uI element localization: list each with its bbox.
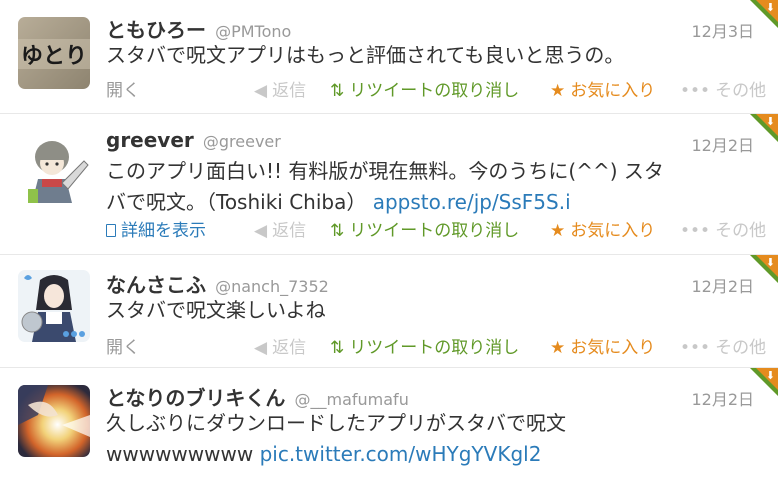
favorite-button[interactable]: ★ お気に入り: [550, 76, 655, 101]
open-button[interactable]: 開く: [106, 76, 140, 101]
corner-arrow-icon: ⬇: [765, 1, 775, 14]
open-button[interactable]: 開く: [106, 333, 140, 358]
tweet-text: スタバで呪文楽しいよね: [106, 298, 326, 322]
favorite-label: お気に入り: [570, 221, 656, 241]
tweet-header: なんさこふ @nanch_7352: [106, 269, 329, 297]
tweet-text: スタバで呪文アプリはもっと評価されても良いと思うの。: [106, 43, 625, 67]
user-handle[interactable]: @PMTono: [215, 22, 291, 41]
user-handle[interactable]: @nanch_7352: [215, 277, 329, 296]
corner-arrow-icon: ⬇: [765, 369, 775, 382]
retweet-undo-button[interactable]: ⇅ リツイートの取り消し: [330, 333, 519, 358]
retweet-undo-button[interactable]: ⇅ リツイートの取り消し: [330, 76, 519, 101]
tweet-text-segment: バで呪文。（Toshiki Chiba）: [106, 190, 367, 214]
tweet-link[interactable]: pic.twitter.com/wHYgYVKgl2: [260, 442, 542, 466]
tweet-actions: 開く ◀ 返信 ⇅ リツイートの取り消し ★ お気に入り ••• その他: [106, 76, 778, 101]
avatar[interactable]: [18, 385, 90, 457]
tweet-text-line: このアプリ面白い!! 有料版が現在無料。今のうちに(^^) スタ: [106, 159, 664, 183]
favorite-button[interactable]: ★ お気に入り: [550, 333, 655, 358]
user-name[interactable]: なんさこふ: [106, 273, 206, 297]
tweet-item[interactable]: greever @greever 12月2日 このアプリ面白い!! 有料版が現在…: [0, 114, 778, 255]
tweet-timestamp[interactable]: 12月2日: [691, 386, 754, 410]
tweet-item[interactable]: となりのブリキくん @__mafumafu 12月2日 久しぶりにダウンロードし…: [0, 368, 778, 479]
tweet-header: greever @greever: [106, 128, 281, 154]
ellipsis-icon: •••: [680, 338, 711, 358]
tweet-timeline: ゆとり ともひろー @PMTono 12月3日 スタバで呪文アプリはもっと評価さ…: [0, 0, 778, 479]
tweet-actions: 詳細を表示 ◀ 返信 ⇅ リツイートの取り消し ★ お気に入り ••• その他: [106, 216, 778, 241]
tweet-text-segment: wwwwwwwww: [106, 442, 254, 466]
reply-label: 返信: [272, 338, 307, 358]
reply-arrow-icon: ◀: [254, 221, 268, 241]
ellipsis-icon: •••: [680, 81, 711, 101]
corner-arrow-icon: ⬇: [765, 256, 775, 269]
user-name[interactable]: ともひろー: [106, 18, 206, 42]
tweet-text-line: wwwwwwwww pic.twitter.com/wHYgYVKgl2: [106, 439, 666, 470]
tweet-link[interactable]: appsto.re/jp/SsF5S.i: [373, 190, 571, 214]
tweet-text-line: 久しぶりにダウンロードしたアプリがスタバで呪文: [106, 411, 566, 435]
star-icon: ★: [550, 81, 566, 101]
reply-label: 返信: [272, 81, 307, 101]
retweet-icon: ⇅: [330, 81, 345, 101]
reply-arrow-icon: ◀: [254, 81, 268, 101]
avatar[interactable]: [18, 270, 90, 342]
corner-arrow-icon: ⬇: [765, 115, 775, 128]
tweet-timestamp[interactable]: 12月2日: [691, 132, 754, 156]
reply-button[interactable]: ◀ 返信: [254, 76, 306, 101]
user-name[interactable]: となりのブリキくん: [106, 386, 285, 410]
tweet-actions: 開く ◀ 返信 ⇅ リツイートの取り消し ★ お気に入り ••• その他: [106, 333, 778, 358]
document-icon: [106, 224, 116, 237]
more-button[interactable]: ••• その他: [680, 333, 766, 358]
more-label: その他: [715, 221, 767, 241]
tweet-item[interactable]: ゆとり ともひろー @PMTono 12月3日 スタバで呪文アプリはもっと評価さ…: [0, 0, 778, 114]
more-button[interactable]: ••• その他: [680, 76, 766, 101]
tweet-timestamp[interactable]: 12月3日: [691, 18, 754, 42]
favorite-button[interactable]: ★ お気に入り: [550, 216, 655, 241]
retweet-undo-label: リツイートの取り消し: [349, 81, 520, 101]
retweet-icon: ⇅: [330, 338, 345, 358]
favorite-label: お気に入り: [570, 338, 656, 358]
reply-button[interactable]: ◀ 返信: [254, 216, 306, 241]
user-handle[interactable]: @__mafumafu: [295, 390, 409, 409]
retweet-undo-button[interactable]: ⇅ リツイートの取り消し: [330, 216, 519, 241]
reply-label: 返信: [272, 221, 307, 241]
tweet-text: 久しぶりにダウンロードしたアプリがスタバで呪文 wwwwwwwww pic.tw…: [106, 408, 666, 470]
more-label: その他: [715, 81, 767, 101]
star-icon: ★: [550, 338, 566, 358]
user-handle[interactable]: @greever: [203, 132, 281, 151]
avatar-text: ゆとり: [21, 44, 87, 69]
ellipsis-icon: •••: [680, 221, 711, 241]
more-button[interactable]: ••• その他: [680, 216, 766, 241]
avatar[interactable]: [18, 131, 90, 203]
tweet-item[interactable]: なんさこふ @nanch_7352 12月2日 スタバで呪文楽しいよね 開く ◀…: [0, 255, 778, 368]
tweet-timestamp[interactable]: 12月2日: [691, 273, 754, 297]
reply-arrow-icon: ◀: [254, 338, 268, 358]
more-label: その他: [715, 338, 767, 358]
reply-button[interactable]: ◀ 返信: [254, 333, 306, 358]
retweet-undo-label: リツイートの取り消し: [349, 221, 520, 241]
tweet-header: ともひろー @PMTono: [106, 14, 291, 42]
tweet-header: となりのブリキくん @__mafumafu: [106, 382, 409, 410]
tweet-text: このアプリ面白い!! 有料版が現在無料。今のうちに(^^) スタ バで呪文。（T…: [106, 156, 666, 218]
user-name[interactable]: greever: [106, 128, 194, 152]
star-icon: ★: [550, 221, 566, 241]
show-details-label: 詳細を表示: [121, 221, 206, 241]
tweet-text-line: バで呪文。（Toshiki Chiba） appsto.re/jp/SsF5S.…: [106, 187, 666, 218]
retweet-icon: ⇅: [330, 221, 345, 241]
show-details-button[interactable]: 詳細を表示: [106, 216, 206, 241]
retweet-undo-label: リツイートの取り消し: [349, 338, 520, 358]
avatar[interactable]: ゆとり: [18, 17, 90, 89]
favorite-label: お気に入り: [570, 81, 656, 101]
